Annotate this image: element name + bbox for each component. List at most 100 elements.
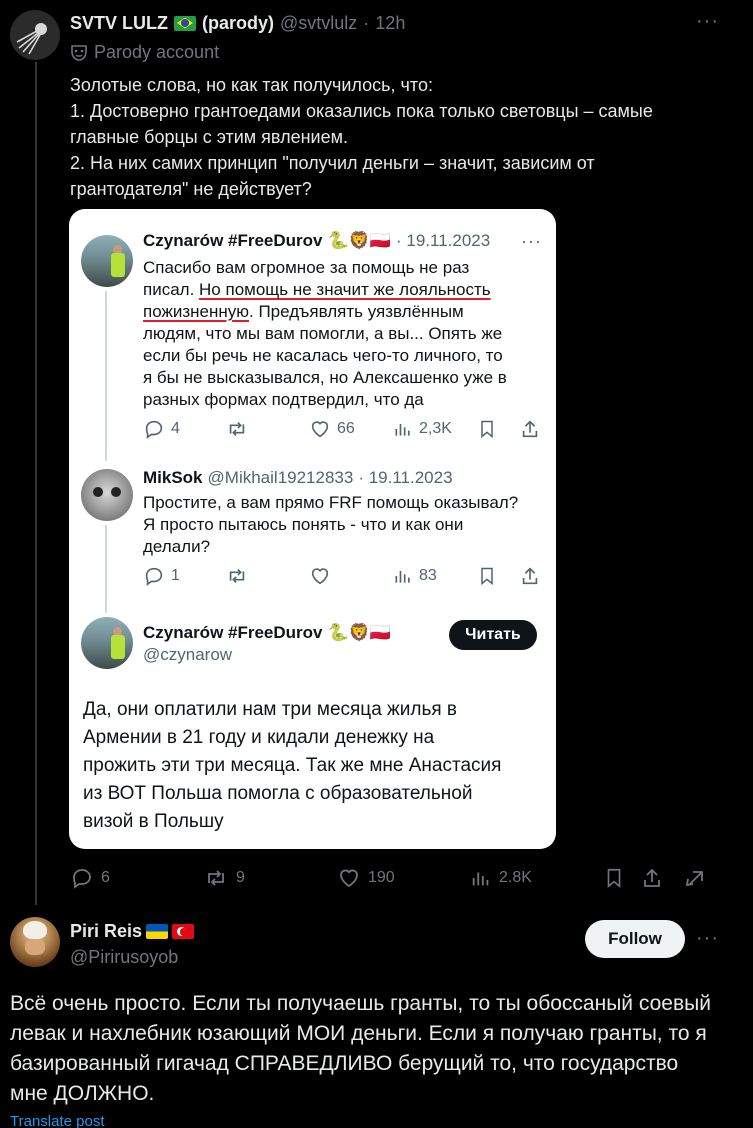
more-options-icon[interactable]: ··· — [696, 927, 719, 950]
post-body-line: Золотые слова, но как так получилось, чт… — [70, 75, 433, 95]
reply-icon — [145, 420, 163, 439]
repost-count: 9 — [236, 869, 245, 886]
author-avatar[interactable] — [10, 10, 60, 60]
embedded-text-line: прожить эти три месяца. Так же мне Анаст… — [83, 755, 502, 776]
reply-body-line: Всё очень просто. Если ты получаешь гран… — [10, 992, 711, 1015]
like-count: 190 — [368, 869, 395, 886]
reply-body-line: мне ДОЛЖНО. — [10, 1082, 155, 1105]
author-name[interactable]: SVTV LULZ — [70, 13, 168, 34]
reply-body: Всё очень просто. Если ты получаешь гран… — [10, 989, 745, 1109]
embedded-text-line: разных формах подтвердил, что да — [143, 390, 424, 409]
view-count: 2.8K — [499, 869, 532, 886]
embedded-text-fragment: . Предъявлять уязвлённым — [249, 302, 464, 321]
embedded-date: · 19.11.2023 — [358, 468, 453, 487]
turkey-flag-icon — [172, 924, 195, 939]
embedded-avatar-miksok — [81, 469, 133, 521]
embedded-action-bar: 4 66 2,3K — [143, 417, 553, 441]
brazil-flag-icon — [174, 15, 196, 31]
embedded-repost — [225, 565, 249, 587]
share-icon — [522, 567, 538, 585]
heart-icon — [340, 869, 358, 888]
embedded-header: Czynarów #FreeDurov 🐍🦁🇵🇱 · 19.11.2023 — [143, 231, 490, 251]
embedded-author-name: MikSok — [143, 468, 203, 487]
reply-icon — [145, 567, 163, 586]
separator-dot: · — [363, 12, 370, 33]
embedded-text-line: визой в Польшу — [83, 811, 224, 832]
embedded-view-count: 2,3K — [419, 420, 452, 437]
embedded-handle: @czynarow — [143, 645, 233, 664]
reply-author-avatar[interactable] — [10, 917, 60, 967]
grok-icon — [685, 871, 703, 887]
post-action-bar: 6 9 190 2.8K — [70, 865, 720, 891]
embedded-emoji: 🐍🦁🇵🇱 — [327, 231, 392, 250]
author-handle[interactable]: @svtvlulz — [280, 13, 357, 34]
share-button[interactable] — [640, 865, 664, 891]
thread-line — [35, 62, 37, 905]
embedded-underlined-text: Но помощь не значит же лояльность — [199, 280, 491, 299]
embedded-like: 66 — [309, 418, 355, 440]
reply-body-line: левак и нахлебник юзающий МОИ деньги. Ес… — [10, 1022, 707, 1045]
post-body-line: 2. На них самих принцип "получил деньги … — [70, 153, 595, 173]
like-button[interactable]: 190 — [337, 865, 395, 891]
embedded-text-line: я бы не высказывался, но Алексашенко уже… — [143, 368, 507, 387]
reply-author-handle[interactable]: @Pirirusoyob — [70, 947, 178, 968]
embedded-bookmark — [477, 418, 497, 440]
author-name-suffix[interactable]: (parody) — [202, 13, 274, 34]
embedded-text-line: Простите, а вам прямо FRF помощь оказыва… — [143, 493, 519, 512]
share-icon — [522, 420, 538, 438]
embedded-emoji: 🐍🦁🇵🇱 — [327, 623, 392, 642]
more-options-icon[interactable]: ··· — [696, 10, 719, 33]
embedded-repost — [225, 418, 249, 440]
translate-post-link[interactable]: Translate post — [10, 1113, 105, 1128]
embedded-main-text: Да, они оплатили нам три месяца жилья в … — [83, 696, 543, 836]
embedded-bookmark — [477, 565, 497, 587]
post-time[interactable]: 12h — [375, 13, 405, 34]
embedded-text-line: делали? — [143, 537, 211, 556]
parody-label-text: Parody account — [94, 42, 220, 62]
reply-header: Piri Reis — [70, 921, 195, 942]
embedded-read-button: Читать — [449, 620, 537, 650]
bookmark-icon — [481, 567, 493, 586]
repost-icon — [229, 421, 245, 437]
embedded-avatar-czynarow — [81, 235, 133, 287]
embedded-text-fragment: писал. — [143, 280, 200, 299]
post-body-line: 1. Достоверно грантоедами оказались пока… — [70, 101, 653, 121]
repost-icon — [229, 568, 245, 584]
views-button[interactable]: 2.8K — [470, 865, 532, 891]
views-chart-icon — [395, 571, 410, 583]
embedded-more-icon: ··· — [521, 231, 542, 251]
reply-icon — [73, 869, 91, 889]
embedded-reply-count: 4 — [171, 420, 180, 437]
reply-count: 6 — [101, 869, 110, 886]
follow-button[interactable]: Follow — [585, 920, 685, 958]
embedded-text-line: из ВОТ Польша помогла с образовательной — [83, 783, 473, 804]
bookmark-button[interactable] — [603, 865, 625, 891]
embedded-text-line: Да, они оплатили нам три месяца жилья в — [83, 699, 458, 720]
embedded-like — [309, 565, 331, 587]
embedded-action-bar: 1 83 — [143, 564, 553, 588]
attached-screenshot[interactable]: Czynarów #FreeDurov 🐍🦁🇵🇱 · 19.11.2023 ··… — [69, 209, 556, 849]
repost-button[interactable]: 9 — [203, 865, 245, 891]
embedded-views: 83 — [393, 565, 437, 587]
post-header: SVTV LULZ (parody) @svtvlulz · 12h — [70, 12, 405, 34]
views-chart-icon — [472, 872, 489, 886]
reply-author-name[interactable]: Piri Reis — [70, 921, 142, 942]
embedded-underlined-text: пожизненную — [143, 302, 250, 321]
embedded-date: · 19.11.2023 — [396, 231, 491, 250]
reply-button[interactable]: 6 — [70, 865, 110, 891]
embedded-header: Czynarów #FreeDurov 🐍🦁🇵🇱 — [143, 623, 391, 643]
embedded-thread-line — [105, 291, 107, 461]
grok-button[interactable] — [684, 865, 708, 891]
embedded-share — [519, 565, 541, 587]
embedded-share — [519, 418, 541, 440]
bookmark-icon — [481, 420, 493, 439]
embedded-author-name: Czynarów #FreeDurov — [143, 623, 323, 642]
post-body: Золотые слова, но как так получилось, чт… — [70, 72, 720, 202]
embedded-author-name: Czynarów #FreeDurov — [143, 231, 323, 250]
ukraine-flag-icon — [146, 924, 169, 939]
repost-icon — [208, 870, 224, 886]
reply-post: Piri Reis @Pirirusoyob Follow ··· Всё оч… — [0, 905, 753, 1128]
views-chart-icon — [395, 424, 410, 436]
post-body-line: грантодателя" не действует? — [70, 179, 312, 199]
embedded-text-line: если бы речь не касалась чего-то личного… — [143, 346, 503, 365]
